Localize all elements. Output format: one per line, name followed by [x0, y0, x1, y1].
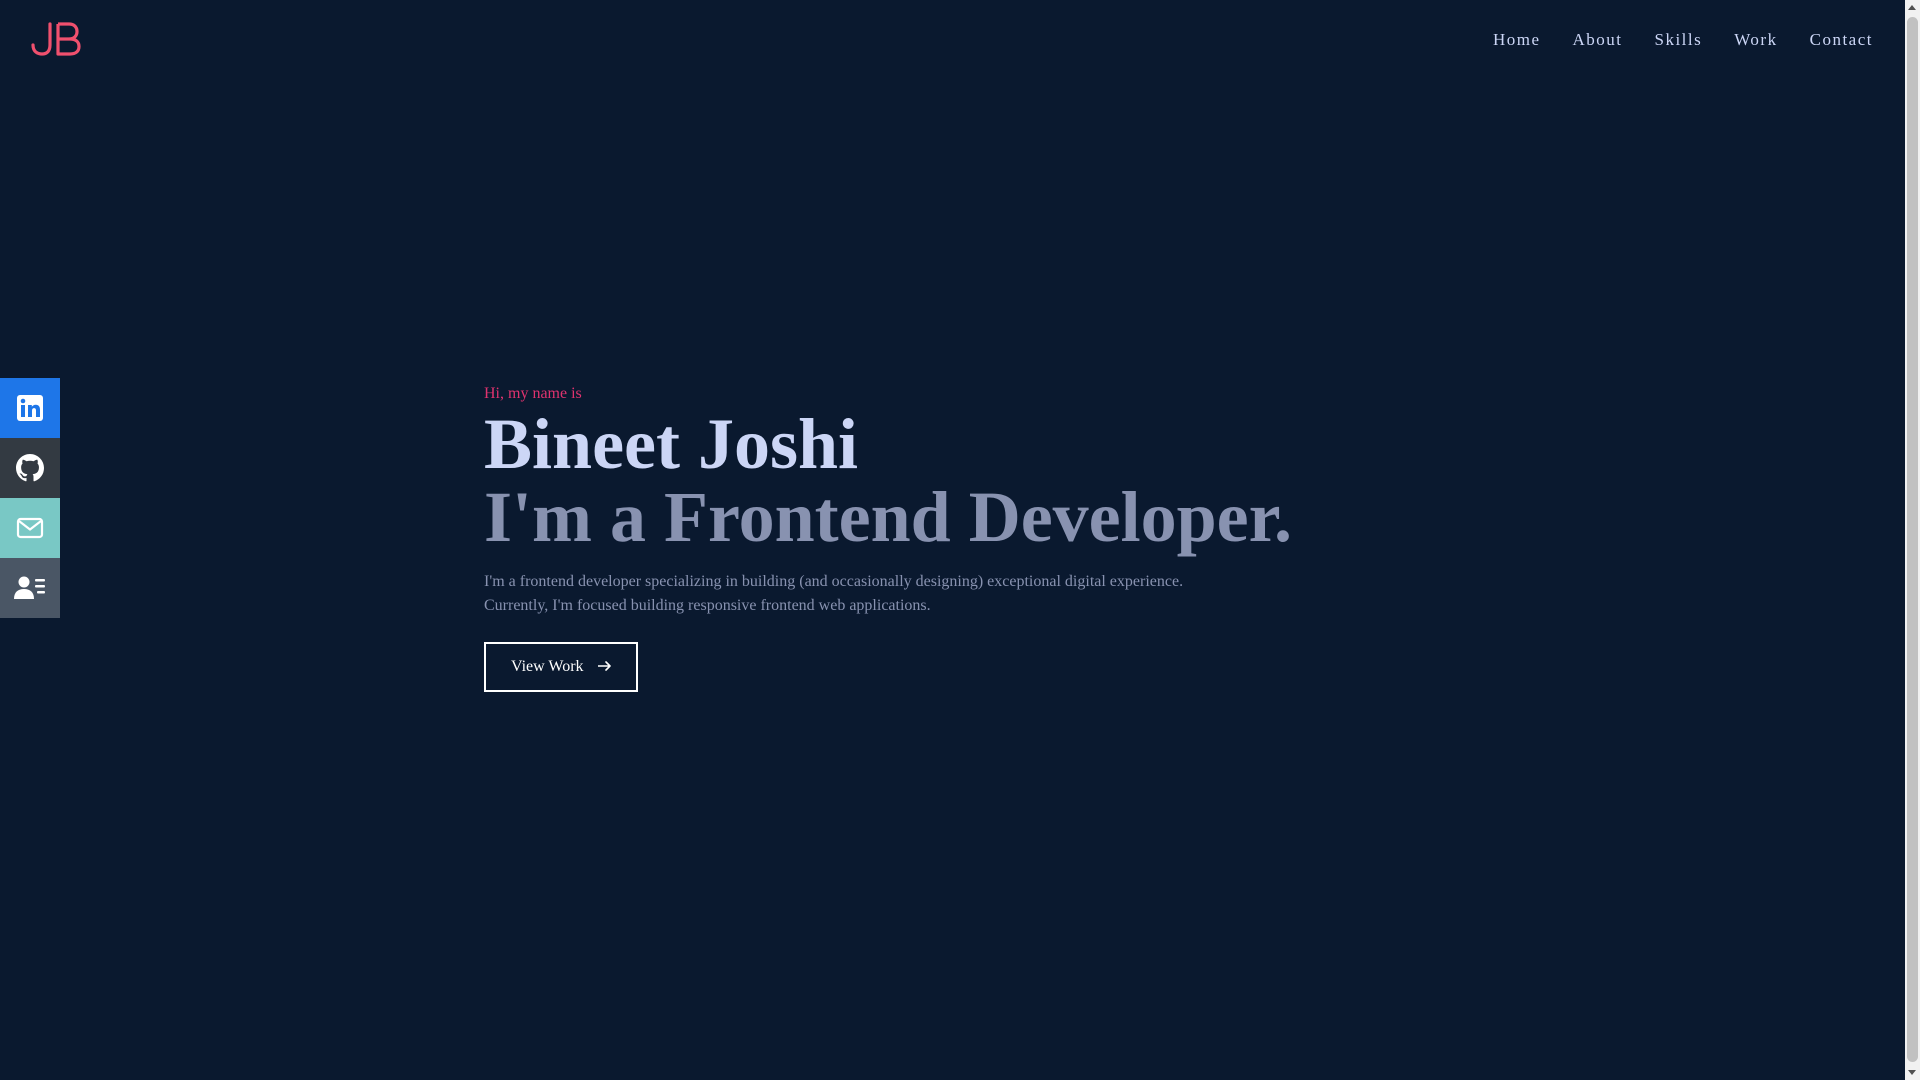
resume-link[interactable] — [0, 558, 60, 618]
mail-icon — [16, 517, 44, 539]
hero-description: I'm a frontend developer specializing in… — [484, 570, 1384, 618]
hero-section: Hi, my name is Bineet Joshi I'm a Fronte… — [484, 380, 1384, 692]
hero-description-line-2: Currently, I'm focused building responsi… — [484, 597, 931, 614]
main-nav: Home About Skills Work Contact — [1461, 26, 1873, 54]
github-link[interactable] — [0, 438, 60, 498]
hero-role: I'm a Frontend Developer. — [484, 477, 1292, 557]
linkedin-icon — [17, 395, 43, 421]
scrollbar-thumb[interactable] — [1907, 17, 1918, 1062]
view-work-button[interactable]: View Work — [484, 642, 638, 692]
logo[interactable] — [30, 21, 82, 57]
hero-name: Bineet Joshi — [484, 404, 859, 484]
nav-item-home[interactable]: Home — [1493, 26, 1541, 54]
scroll-up-icon[interactable] — [1908, 5, 1916, 10]
nav-item-work[interactable]: Work — [1734, 26, 1777, 54]
resume-icon — [14, 576, 45, 599]
jb-logo-icon — [31, 22, 81, 56]
social-sidebar — [0, 378, 60, 618]
page: Home About Skills Work Contact Hi, my na… — [0, 0, 1920, 1080]
vertical-scrollbar[interactable] — [1905, 0, 1920, 1080]
linkedin-link[interactable] — [0, 378, 60, 438]
hero-description-line-1: I'm a frontend developer specializing in… — [484, 573, 1184, 590]
arrow-right-icon — [596, 658, 612, 676]
email-link[interactable] — [0, 498, 60, 558]
github-icon — [16, 454, 44, 482]
nav-item-skills[interactable]: Skills — [1655, 26, 1703, 54]
nav-item-about[interactable]: About — [1573, 26, 1623, 54]
nav-item-contact[interactable]: Contact — [1810, 26, 1873, 54]
scroll-down-icon[interactable] — [1908, 1070, 1916, 1075]
view-work-label: View Work — [511, 658, 584, 675]
